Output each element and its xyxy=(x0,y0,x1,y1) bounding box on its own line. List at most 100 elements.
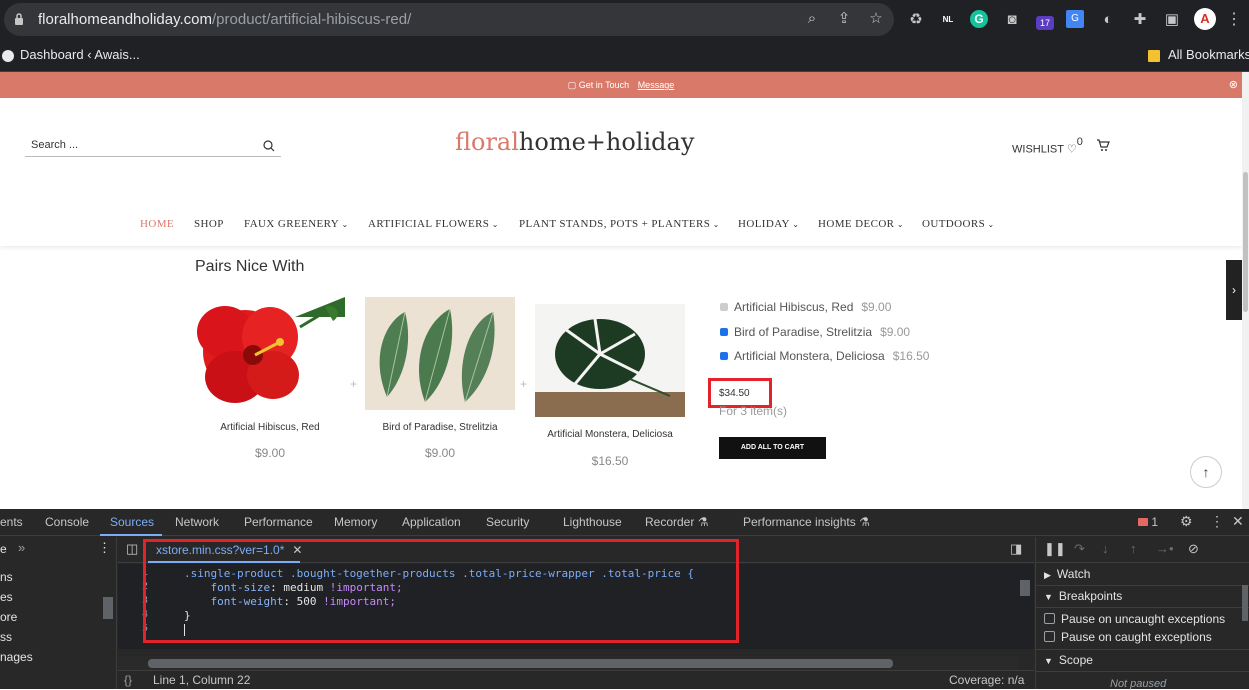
page-scrollbar[interactable] xyxy=(1242,72,1249,509)
tab-lighthouse[interactable]: Lighthouse xyxy=(563,515,622,529)
product-name[interactable]: Artificial Monstera, Deliciosa xyxy=(535,429,685,440)
product-name[interactable]: Bird of Paradise, Strelitzia xyxy=(365,422,515,433)
coverage-status[interactable]: Coverage: n/a xyxy=(949,673,1024,687)
watch-section[interactable]: ▶ Watch xyxy=(1044,567,1090,581)
toggle-debugger-icon[interactable]: ◨ xyxy=(1010,541,1022,557)
active-tab-indicator xyxy=(100,534,162,536)
kebab-icon[interactable]: ⋮ xyxy=(98,540,111,556)
puzzle-icon[interactable]: ✚ xyxy=(1130,10,1150,30)
tab-sources[interactable]: Sources xyxy=(110,515,154,529)
step-icon[interactable]: →• xyxy=(1156,541,1174,556)
address-bar[interactable]: floralhomeandholiday.com/product/artific… xyxy=(4,3,894,36)
navigator-item[interactable]: ns xyxy=(0,570,13,584)
nav-outdoors[interactable]: OUTDOORS ⌄ xyxy=(922,218,995,230)
scroll-to-top-button[interactable]: ↑ xyxy=(1190,456,1222,488)
bird-of-paradise-image[interactable] xyxy=(365,297,515,410)
bookmark-dashboard[interactable]: Dashboard ‹ Awais... xyxy=(20,47,140,62)
deactivate-breakpoints-icon[interactable]: ⊘ xyxy=(1188,541,1199,557)
product-name[interactable]: Artificial Hibiscus, Red xyxy=(195,422,345,433)
bundle-item-row[interactable]: Artificial Hibiscus, Red $9.00 xyxy=(720,300,891,314)
navigator-item[interactable]: es xyxy=(0,590,13,604)
folder-icon xyxy=(1148,50,1160,62)
page-scrollbar-thumb[interactable] xyxy=(1243,172,1248,312)
horizontal-scrollbar-thumb[interactable] xyxy=(148,659,893,668)
nav-plant-stands[interactable]: PLANT STANDS, POTS + PLANTERS ⌄ xyxy=(519,218,720,230)
chevron-right-icon[interactable]: › xyxy=(1226,260,1242,320)
tab-performance-insights[interactable]: Performance insights ⚗ xyxy=(743,515,870,529)
nav-home-decor[interactable]: HOME DECOR ⌄ xyxy=(818,218,904,230)
menu-kebab-icon[interactable]: ⋮ xyxy=(1224,10,1244,30)
extension-badge-icon[interactable]: 17 xyxy=(1036,16,1054,30)
bundle-item-price: $9.00 xyxy=(880,325,911,339)
navigator-item[interactable]: ss xyxy=(0,630,12,644)
checkbox[interactable] xyxy=(1044,631,1055,643)
scope-section[interactable]: ▼ Scope xyxy=(1044,653,1093,667)
tab-elements[interactable]: ents xyxy=(0,515,23,529)
tab-performance[interactable]: Performance xyxy=(244,515,313,529)
grammarly-icon[interactable]: G xyxy=(970,10,988,28)
search-icon[interactable] xyxy=(263,140,275,152)
code-scrollbar-thumb[interactable] xyxy=(1020,580,1030,596)
profile-avatar[interactable]: A xyxy=(1194,8,1216,30)
share-icon[interactable]: ⇪ xyxy=(834,9,854,29)
step-out-icon[interactable]: ↑ xyxy=(1130,541,1137,556)
tab-console[interactable]: Console xyxy=(45,515,89,529)
pretty-print-icon[interactable]: {} xyxy=(124,673,132,687)
site-logo[interactable]: floralhome+holiday xyxy=(455,128,694,156)
hibiscus-image[interactable] xyxy=(195,297,345,410)
all-bookmarks[interactable]: All Bookmarks xyxy=(1168,47,1249,62)
tab-memory[interactable]: Memory xyxy=(334,515,377,529)
tab-security[interactable]: Security xyxy=(486,515,529,529)
zoom-icon[interactable]: ⌕ xyxy=(802,9,822,29)
settings-gear-icon[interactable]: ⚙ xyxy=(1180,513,1193,530)
issues-counter[interactable]: 1 xyxy=(1138,515,1158,529)
promo-message-link[interactable]: Message xyxy=(638,80,675,90)
search-input[interactable]: Search ... xyxy=(25,137,281,157)
recycle-extension-icon[interactable]: ♻ xyxy=(906,10,926,30)
pause-uncaught-row[interactable]: Pause on uncaught exceptions xyxy=(1044,612,1225,626)
wishlist-link[interactable]: WISHLIST ♡0 xyxy=(1012,136,1110,156)
horizontal-scrollbar[interactable] xyxy=(118,656,1018,670)
close-icon[interactable]: ✕ xyxy=(1232,513,1244,530)
url-path: /product/artificial-hibiscus-red/ xyxy=(212,11,412,28)
tab-network[interactable]: Network xyxy=(175,515,219,529)
checkbox[interactable] xyxy=(1044,613,1055,625)
debug-scrollbar-thumb[interactable] xyxy=(1242,585,1248,621)
promo-bar: ▢ Get in Touch Message ⊗ xyxy=(0,72,1242,98)
toggle-navigator-icon[interactable]: ◫ xyxy=(126,541,138,557)
bundle-item-row[interactable]: Artificial Monstera, Deliciosa $16.50 xyxy=(720,349,929,363)
logo-rest: home+holiday xyxy=(518,128,695,156)
translate-icon[interactable]: G xyxy=(1066,10,1084,28)
nav-holiday[interactable]: HOLIDAY ⌄ xyxy=(738,218,799,230)
nav-shop[interactable]: SHOP xyxy=(194,218,224,230)
pause-caught-row[interactable]: Pause on caught exceptions xyxy=(1044,630,1212,644)
nav-home[interactable]: HOME xyxy=(140,218,174,230)
step-into-icon[interactable]: ↓ xyxy=(1102,541,1109,556)
camera-extension-icon[interactable]: ◙ xyxy=(1002,10,1022,30)
breakpoints-section[interactable]: ▼ Breakpoints xyxy=(1044,589,1122,603)
navigator-item[interactable]: nages xyxy=(0,650,33,664)
checkbox[interactable] xyxy=(720,351,728,360)
cart-icon[interactable] xyxy=(1096,138,1110,152)
nav-artificial-flowers[interactable]: ARTIFICIAL FLOWERS ⌄ xyxy=(368,218,499,230)
nav-faux-greenery[interactable]: FAUX GREENERY ⌄ xyxy=(244,218,349,230)
sidepanel-icon[interactable]: ▣ xyxy=(1162,10,1182,30)
bundle-item-row[interactable]: Bird of Paradise, Strelitzia $9.00 xyxy=(720,325,910,339)
checkbox[interactable] xyxy=(720,327,728,336)
browser-toolbar: floralhomeandholiday.com/product/artific… xyxy=(0,0,1249,40)
tab-application[interactable]: Application xyxy=(402,515,461,529)
navigator-item[interactable]: ore xyxy=(0,610,17,624)
step-over-icon[interactable]: ↷ xyxy=(1074,541,1085,557)
monstera-image[interactable] xyxy=(535,304,685,417)
pause-icon[interactable]: ❚❚ xyxy=(1044,541,1066,557)
bookmark-star-icon[interactable]: ☆ xyxy=(866,9,886,29)
checkbox[interactable] xyxy=(720,302,728,311)
nl-extension-icon[interactable]: NL xyxy=(938,10,958,30)
half-circle-extension-icon[interactable]: ◐ xyxy=(1098,10,1118,30)
tab-recorder[interactable]: Recorder ⚗ xyxy=(645,515,708,529)
close-circle-icon[interactable]: ⊗ xyxy=(1229,72,1238,98)
kebab-menu-icon[interactable]: ⋮ xyxy=(1210,513,1224,530)
add-all-to-cart-button[interactable]: ADD ALL TO CART xyxy=(719,437,826,459)
double-chevron-icon[interactable]: » xyxy=(18,540,25,555)
navigator-scrollbar-thumb[interactable] xyxy=(103,597,113,619)
